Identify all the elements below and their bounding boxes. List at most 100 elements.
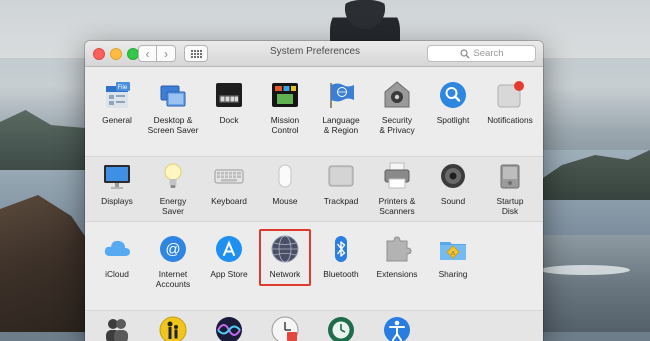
users-groups-icon bbox=[106, 319, 128, 341]
grid-dot bbox=[199, 55, 202, 58]
pref-label: Startup Disk bbox=[496, 196, 524, 216]
printer-icon bbox=[384, 162, 410, 189]
pref-label: Bluetooth bbox=[323, 269, 359, 279]
pref-notifications[interactable]: Notifications bbox=[481, 80, 539, 125]
grid-dot bbox=[196, 49, 199, 52]
pref-label: Internet Accounts bbox=[155, 269, 191, 289]
pref-app-store[interactable]: App Store bbox=[200, 234, 258, 279]
pref-mouse[interactable]: Mouse bbox=[256, 161, 314, 206]
grid-dot bbox=[193, 52, 196, 55]
pref-icloud[interactable]: iCloud bbox=[88, 234, 146, 279]
pref-label: iCloud bbox=[105, 269, 129, 279]
pref-dock[interactable]: Dock bbox=[200, 80, 258, 125]
pref-label: Printers & Scanners bbox=[378, 196, 416, 216]
pref-label: Notifications bbox=[487, 115, 533, 125]
pref-bluetooth[interactable]: Bluetooth bbox=[312, 234, 370, 279]
navigation-buttons: ‹ › bbox=[138, 45, 176, 62]
wallpaper-hills-left bbox=[0, 110, 85, 170]
pref-energy-saver[interactable]: Energy Saver bbox=[144, 161, 202, 216]
pref-time-machine[interactable] bbox=[312, 315, 370, 341]
search-placeholder: Search bbox=[473, 48, 504, 59]
pref-label: Dock bbox=[219, 115, 239, 125]
pref-label: Desktop & Screen Saver bbox=[147, 115, 199, 135]
pref-label: Spotlight bbox=[436, 115, 470, 125]
preferences-row-hardware: Displays Energy Saver Keyboard Mouse Tra… bbox=[85, 156, 543, 221]
system-preferences-window: ‹ › System Preferences Search File Gener… bbox=[85, 41, 543, 341]
pref-label: Network bbox=[269, 269, 301, 279]
startup-disk-icon bbox=[500, 164, 520, 189]
preferences-row-system bbox=[85, 310, 543, 341]
pref-sound[interactable]: Sound bbox=[424, 161, 482, 206]
grid-dot bbox=[190, 52, 193, 55]
pref-label: Security & Privacy bbox=[379, 115, 415, 135]
pref-startup-disk[interactable]: Startup Disk bbox=[481, 161, 539, 216]
grid-dot bbox=[196, 55, 199, 58]
security-icon bbox=[384, 81, 410, 108]
pref-label: Displays bbox=[101, 196, 133, 206]
pref-label: Extensions bbox=[376, 269, 418, 279]
grid-dot bbox=[199, 52, 202, 55]
parental-controls-icon bbox=[159, 316, 187, 341]
sharing-icon: ⚠ bbox=[440, 242, 466, 260]
network-icon bbox=[271, 235, 299, 263]
pref-users-groups[interactable] bbox=[88, 315, 146, 341]
mouse-icon bbox=[278, 164, 292, 188]
bluetooth-icon bbox=[335, 236, 347, 262]
app-store-icon bbox=[216, 236, 242, 262]
pref-label: Sound bbox=[440, 196, 466, 206]
pref-label: Trackpad bbox=[323, 196, 359, 206]
pref-sharing[interactable]: ⚠ Sharing bbox=[424, 234, 482, 279]
grid-dot bbox=[193, 49, 196, 52]
pref-mission-control[interactable]: Mission Control bbox=[256, 80, 314, 135]
pref-spotlight[interactable]: Spotlight bbox=[424, 80, 482, 125]
time-machine-icon bbox=[328, 317, 354, 341]
wallpaper-shore bbox=[540, 235, 650, 332]
svg-text:⚠: ⚠ bbox=[451, 251, 456, 257]
internet-accounts-icon: @ bbox=[160, 236, 186, 262]
pref-label: Mouse bbox=[272, 196, 298, 206]
preferences-row-personal: File General Desktop & Screen Saver Dock bbox=[85, 67, 543, 155]
icloud-icon bbox=[104, 240, 130, 256]
pref-parental-controls[interactable] bbox=[144, 315, 202, 341]
pref-siri[interactable] bbox=[200, 315, 258, 341]
accessibility-icon bbox=[384, 317, 410, 341]
pref-desktop-screen-saver[interactable]: Desktop & Screen Saver bbox=[144, 80, 202, 135]
pref-label: Keyboard bbox=[211, 196, 247, 206]
notifications-icon bbox=[497, 81, 524, 108]
pref-displays[interactable]: Displays bbox=[88, 161, 146, 206]
pref-internet-accounts[interactable]: @ Internet Accounts bbox=[144, 234, 202, 289]
pref-accessibility[interactable] bbox=[368, 315, 426, 341]
date-time-icon bbox=[271, 316, 299, 341]
window-title: System Preferences bbox=[269, 46, 361, 57]
pref-date-time[interactable] bbox=[256, 315, 314, 341]
extensions-icon bbox=[386, 236, 412, 262]
show-all-button[interactable] bbox=[184, 45, 208, 62]
grid-dot bbox=[199, 49, 202, 52]
preferences-row-internet: iCloud @ Internet Accounts App Store Net… bbox=[85, 221, 543, 310]
pref-general[interactable]: File General bbox=[88, 80, 146, 125]
forward-button[interactable]: › bbox=[157, 45, 176, 62]
pref-trackpad[interactable]: Trackpad bbox=[312, 161, 370, 206]
desktop-icon bbox=[160, 85, 186, 107]
search-field[interactable]: Search bbox=[427, 45, 536, 62]
chevron-left-icon: ‹ bbox=[145, 46, 150, 61]
pref-label: General bbox=[102, 115, 132, 125]
grid-dot bbox=[193, 55, 196, 58]
svg-text:@: @ bbox=[165, 241, 180, 258]
keyboard-icon bbox=[214, 169, 244, 184]
pref-extensions[interactable]: Extensions bbox=[368, 234, 426, 279]
spotlight-icon bbox=[440, 82, 466, 108]
wallpaper-foam bbox=[540, 265, 630, 275]
pref-keyboard[interactable]: Keyboard bbox=[200, 161, 258, 206]
back-button[interactable]: ‹ bbox=[138, 45, 157, 62]
pref-label: Language & Region bbox=[322, 115, 360, 135]
pref-printers-scanners[interactable]: Printers & Scanners bbox=[368, 161, 426, 216]
sound-icon bbox=[441, 164, 465, 188]
trackpad-icon bbox=[328, 165, 354, 187]
pref-language-region[interactable]: Language & Region bbox=[312, 80, 370, 135]
pref-security-privacy[interactable]: Security & Privacy bbox=[368, 80, 426, 135]
pref-network[interactable]: Network bbox=[256, 234, 314, 279]
minimize-button[interactable] bbox=[110, 48, 122, 60]
close-button[interactable] bbox=[93, 48, 105, 60]
pref-label: Energy Saver bbox=[159, 196, 187, 216]
